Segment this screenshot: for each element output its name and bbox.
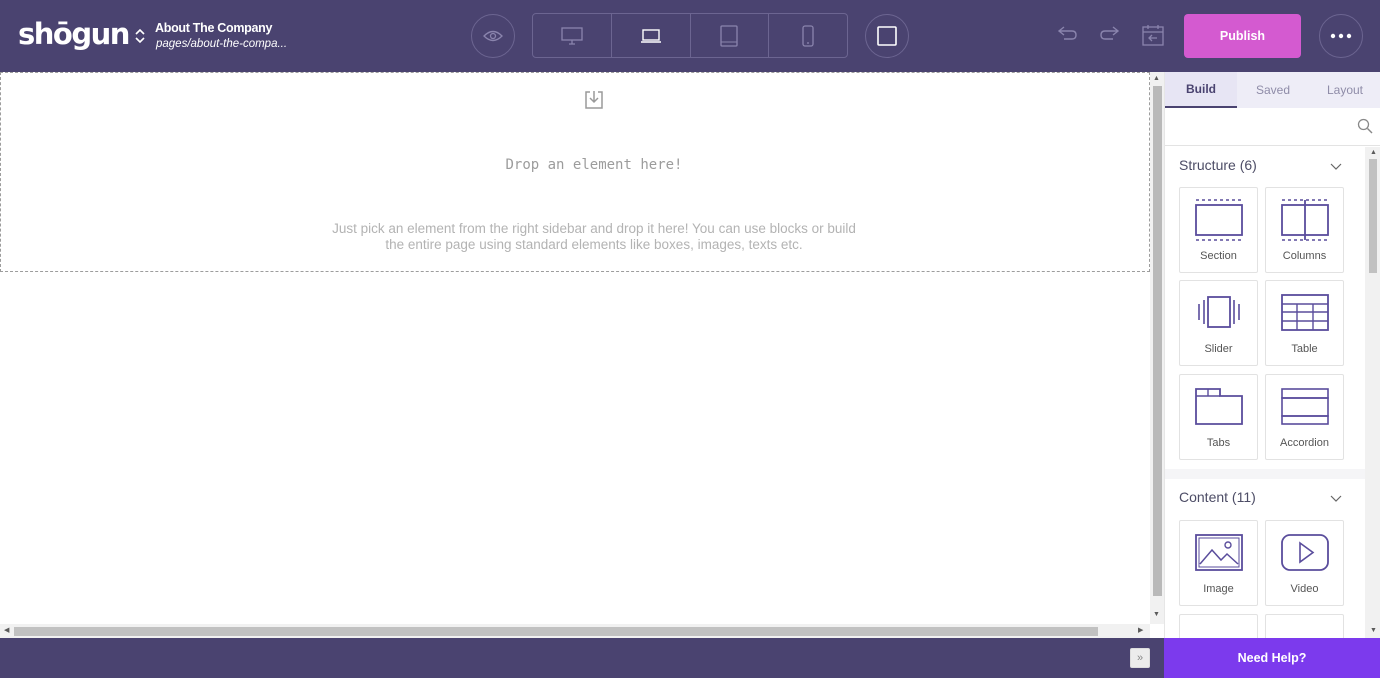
square-icon [877,26,897,46]
tile-label: Columns [1282,250,1327,262]
undo-icon[interactable] [1056,24,1078,44]
publish-button[interactable]: Publish [1184,14,1301,58]
canvas-horizontal-scroll-thumb[interactable] [14,627,1098,636]
content-section: Content (11) Image Video H1 [1165,479,1365,638]
eye-icon [483,30,503,42]
chevron-down-icon[interactable] [1330,495,1342,502]
drop-download-icon [584,90,604,110]
slider-icon [1194,290,1244,336]
device-laptop-button[interactable] [612,14,691,57]
element-image-tile[interactable]: Image [1179,520,1258,606]
columns-icon [1280,197,1330,243]
element-text-tile[interactable]: T [1265,614,1344,638]
scroll-up-arrow-icon[interactable]: ▲ [1370,148,1377,158]
sidebar-tabs: Build Saved Layout [1165,72,1380,108]
tile-label: Image [1203,583,1234,595]
top-toolbar: shōgun About The Company pages/about-the… [0,0,1380,72]
expand-panel-button[interactable]: » [1130,648,1150,668]
element-heading-tile[interactable]: H1 [1179,614,1258,638]
scroll-up-arrow-icon[interactable]: ▲ [1153,74,1160,84]
page-canvas: Drop an element here! Just pick an eleme… [0,72,1150,624]
more-options-button[interactable] [1319,14,1363,58]
sidebar-scroll-thumb[interactable] [1369,159,1377,273]
drop-zone-title: Drop an element here! [505,157,683,173]
canvas-horizontal-scrollbar[interactable]: ◀ ▶ [0,624,1150,638]
shogun-logo[interactable]: shōgun [18,14,130,54]
element-accordion-tile[interactable]: Accordion [1265,374,1344,460]
tablet-icon [720,24,739,47]
video-icon [1280,530,1330,576]
page-path: pages/about-the-compa... [156,38,288,50]
device-mobile-button[interactable] [769,14,847,57]
elements-sidebar: Build Saved Layout Structure (6) Section [1164,72,1380,638]
device-switcher [532,13,848,58]
double-chevron-right-icon: » [1136,652,1144,664]
mobile-icon [802,24,814,47]
scroll-down-arrow-icon[interactable]: ▼ [1153,610,1160,620]
heading-icon: H1 [1194,624,1244,638]
desktop-icon [561,26,583,45]
redo-icon[interactable] [1099,24,1121,44]
chevron-down-icon[interactable] [1330,163,1342,170]
canvas-vertical-scroll-thumb[interactable] [1153,86,1162,596]
page-title[interactable]: About The Company [155,21,272,35]
tile-label: Accordion [1280,437,1329,449]
element-slider-tile[interactable]: Slider [1179,280,1258,366]
laptop-icon [640,28,662,44]
text-icon: T [1280,624,1330,638]
tile-label: Slider [1204,343,1233,355]
structure-section-title[interactable]: Structure (6) [1179,157,1257,173]
element-columns-tile[interactable]: Columns [1265,187,1344,273]
element-search-input[interactable] [1171,116,1351,138]
tab-layout[interactable]: Layout [1309,72,1380,108]
element-video-tile[interactable]: Video [1265,520,1344,606]
scroll-down-arrow-icon[interactable]: ▼ [1370,626,1377,636]
canvas-vertical-scrollbar[interactable]: ▲ ▼ [1150,72,1164,624]
fullscreen-button[interactable] [865,14,909,58]
tab-saved[interactable]: Saved [1237,72,1309,108]
history-icon[interactable] [1142,24,1164,46]
element-section-tile[interactable]: Section [1179,187,1258,273]
search-icon[interactable] [1357,118,1373,134]
scroll-right-arrow-icon[interactable]: ▶ [1138,626,1143,636]
preview-button[interactable] [471,14,515,58]
sidebar-search [1165,108,1380,146]
drop-zone[interactable]: Drop an element here! Just pick an eleme… [0,72,1150,272]
tile-label: Video [1290,583,1319,595]
table-icon [1280,290,1330,336]
tab-build[interactable]: Build [1165,72,1237,108]
page-switcher-icon[interactable] [134,27,146,45]
bottom-bar: » [0,638,1164,678]
sidebar-scrollbar[interactable]: ▲ ▼ [1365,147,1380,638]
accordion-icon [1280,384,1330,430]
section-icon [1194,197,1244,243]
content-section-title[interactable]: Content (11) [1179,489,1256,505]
element-tabs-tile[interactable]: Tabs [1179,374,1258,460]
drop-zone-description: Just pick an element from the right side… [332,221,856,252]
sidebar-element-list: Structure (6) Section Columns Slider Tab… [1165,147,1365,638]
device-desktop-button[interactable] [533,14,612,57]
image-icon [1194,530,1244,576]
structure-section: Structure (6) Section Columns Slider Tab… [1165,147,1365,469]
tile-label: Section [1200,250,1237,262]
element-table-tile[interactable]: Table [1265,280,1344,366]
tabs-icon [1194,384,1244,430]
tile-label: Table [1291,343,1318,355]
device-tablet-button[interactable] [691,14,770,57]
more-dots-icon [1330,33,1352,39]
scroll-left-arrow-icon[interactable]: ◀ [4,626,9,636]
need-help-button[interactable]: Need Help? [1164,638,1380,678]
tile-label: Tabs [1206,437,1231,449]
